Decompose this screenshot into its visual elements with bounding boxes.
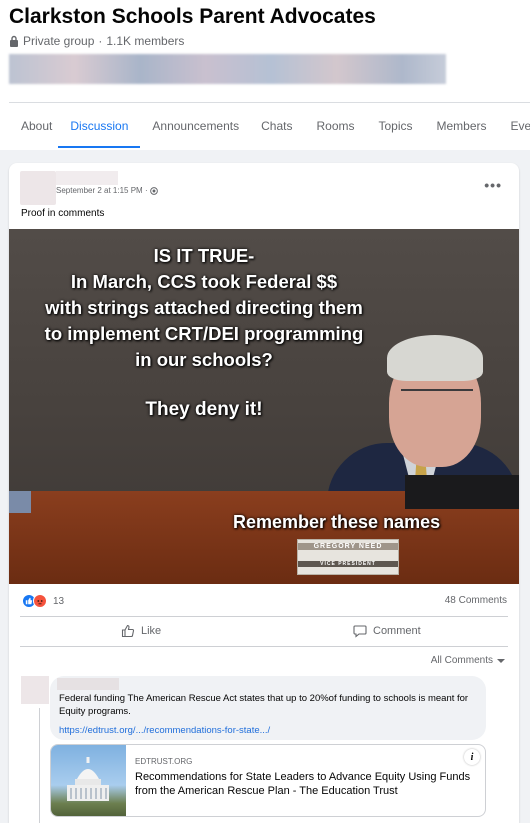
comment-icon bbox=[353, 625, 367, 638]
capitol-building-icon bbox=[67, 757, 109, 801]
post-image[interactable]: IS IT TRUE- In March, CCS took Federal $… bbox=[9, 229, 519, 584]
tab-rooms[interactable]: Rooms bbox=[316, 104, 354, 148]
image-person-hair bbox=[387, 335, 483, 381]
comment-sort-dropdown[interactable]: All Comments bbox=[431, 655, 505, 666]
meta-separator: · bbox=[98, 34, 103, 48]
group-members-count[interactable]: 1.1K members bbox=[106, 34, 184, 48]
comment-sort-label: All Comments bbox=[430, 655, 493, 666]
nameplate-name: GREGORY NEED bbox=[298, 543, 398, 550]
tab-topics[interactable]: Topics bbox=[379, 104, 413, 148]
author-name-blurred[interactable] bbox=[56, 171, 118, 185]
comment-text: Federal funding The American Rescue Act … bbox=[59, 693, 469, 717]
actions-divider-top bbox=[20, 616, 508, 617]
member-avatars-blurred bbox=[9, 54, 446, 84]
reactions-count[interactable]: 13 bbox=[53, 596, 64, 607]
link-preview-card[interactable]: EDTRUST.ORG Recommendations for State Le… bbox=[50, 744, 486, 817]
post-text: Proof in comments bbox=[21, 208, 105, 219]
image-monitor bbox=[405, 475, 519, 509]
more-icon[interactable]: ••• bbox=[484, 177, 502, 193]
commenter-name-blurred[interactable] bbox=[57, 678, 119, 690]
angry-reaction-icon bbox=[33, 594, 47, 608]
image-text-line: to implement CRT/DEI programming bbox=[44, 323, 364, 344]
image-text-line: IS IT TRUE- bbox=[153, 245, 255, 266]
tab-announcements[interactable]: Announcements bbox=[152, 104, 239, 148]
group-tabs: About Discussion Announcements Chats Roo… bbox=[9, 104, 530, 148]
commenter-avatar[interactable] bbox=[21, 676, 49, 704]
image-text-line: In March, CCS took Federal $$ bbox=[70, 271, 338, 292]
image-person-glasses bbox=[401, 389, 473, 403]
image-text-line: with strings attached directing them bbox=[45, 297, 363, 318]
post-card: September 2 at 1:15 PM · ••• Proof in co… bbox=[9, 163, 519, 823]
thumbs-up-icon bbox=[121, 624, 135, 638]
comment-button[interactable]: Comment bbox=[353, 624, 421, 638]
header-divider bbox=[9, 102, 530, 103]
image-text-remember: Remember these names bbox=[233, 512, 441, 532]
comment-thread-line bbox=[39, 708, 40, 823]
image-text-deny: They deny it! bbox=[145, 399, 263, 420]
group-title[interactable]: Clarkston Schools Parent Advocates bbox=[9, 5, 376, 29]
like-label: Like bbox=[141, 625, 162, 637]
info-icon[interactable]: i bbox=[464, 749, 480, 765]
tab-about[interactable]: About bbox=[21, 104, 52, 148]
tab-discussion[interactable]: Discussion bbox=[58, 104, 141, 148]
comments-count[interactable]: 48 Comments bbox=[445, 595, 507, 606]
globe-icon bbox=[149, 186, 158, 195]
comment-link[interactable]: https://edtrust.org/.../recommendations-… bbox=[59, 725, 270, 736]
link-preview-title[interactable]: Recommendations for State Leaders to Adv… bbox=[135, 770, 475, 798]
group-header: Clarkston Schools Parent Advocates Priva… bbox=[0, 0, 530, 150]
author-avatar[interactable] bbox=[20, 171, 56, 205]
post-time-text[interactable]: September 2 at 1:15 PM · bbox=[56, 186, 148, 195]
tab-chats[interactable]: Chats bbox=[261, 104, 292, 148]
reactions-summary[interactable]: 13 bbox=[22, 594, 64, 608]
tab-events[interactable]: Events bbox=[511, 104, 530, 148]
tab-members[interactable]: Members bbox=[437, 104, 487, 148]
lock-icon bbox=[10, 35, 18, 47]
like-button[interactable]: Like bbox=[121, 624, 161, 638]
link-preview-domain: EDTRUST.ORG bbox=[135, 757, 193, 766]
link-preview-image bbox=[51, 745, 126, 816]
image-laptop bbox=[9, 491, 31, 513]
post-timestamp[interactable]: September 2 at 1:15 PM · bbox=[56, 186, 158, 195]
group-privacy[interactable]: Private group bbox=[23, 34, 94, 48]
chevron-down-icon bbox=[497, 658, 505, 663]
image-text-line: in our schools? bbox=[135, 349, 273, 370]
comment-label: Comment bbox=[373, 625, 421, 637]
group-meta: Private group · 1.1K members bbox=[9, 34, 184, 48]
image-nameplate: GREGORY NEED VICE PRESIDENT bbox=[297, 539, 399, 575]
nameplate-title: VICE PRESIDENT bbox=[298, 561, 398, 567]
actions-divider-bottom bbox=[20, 646, 508, 647]
